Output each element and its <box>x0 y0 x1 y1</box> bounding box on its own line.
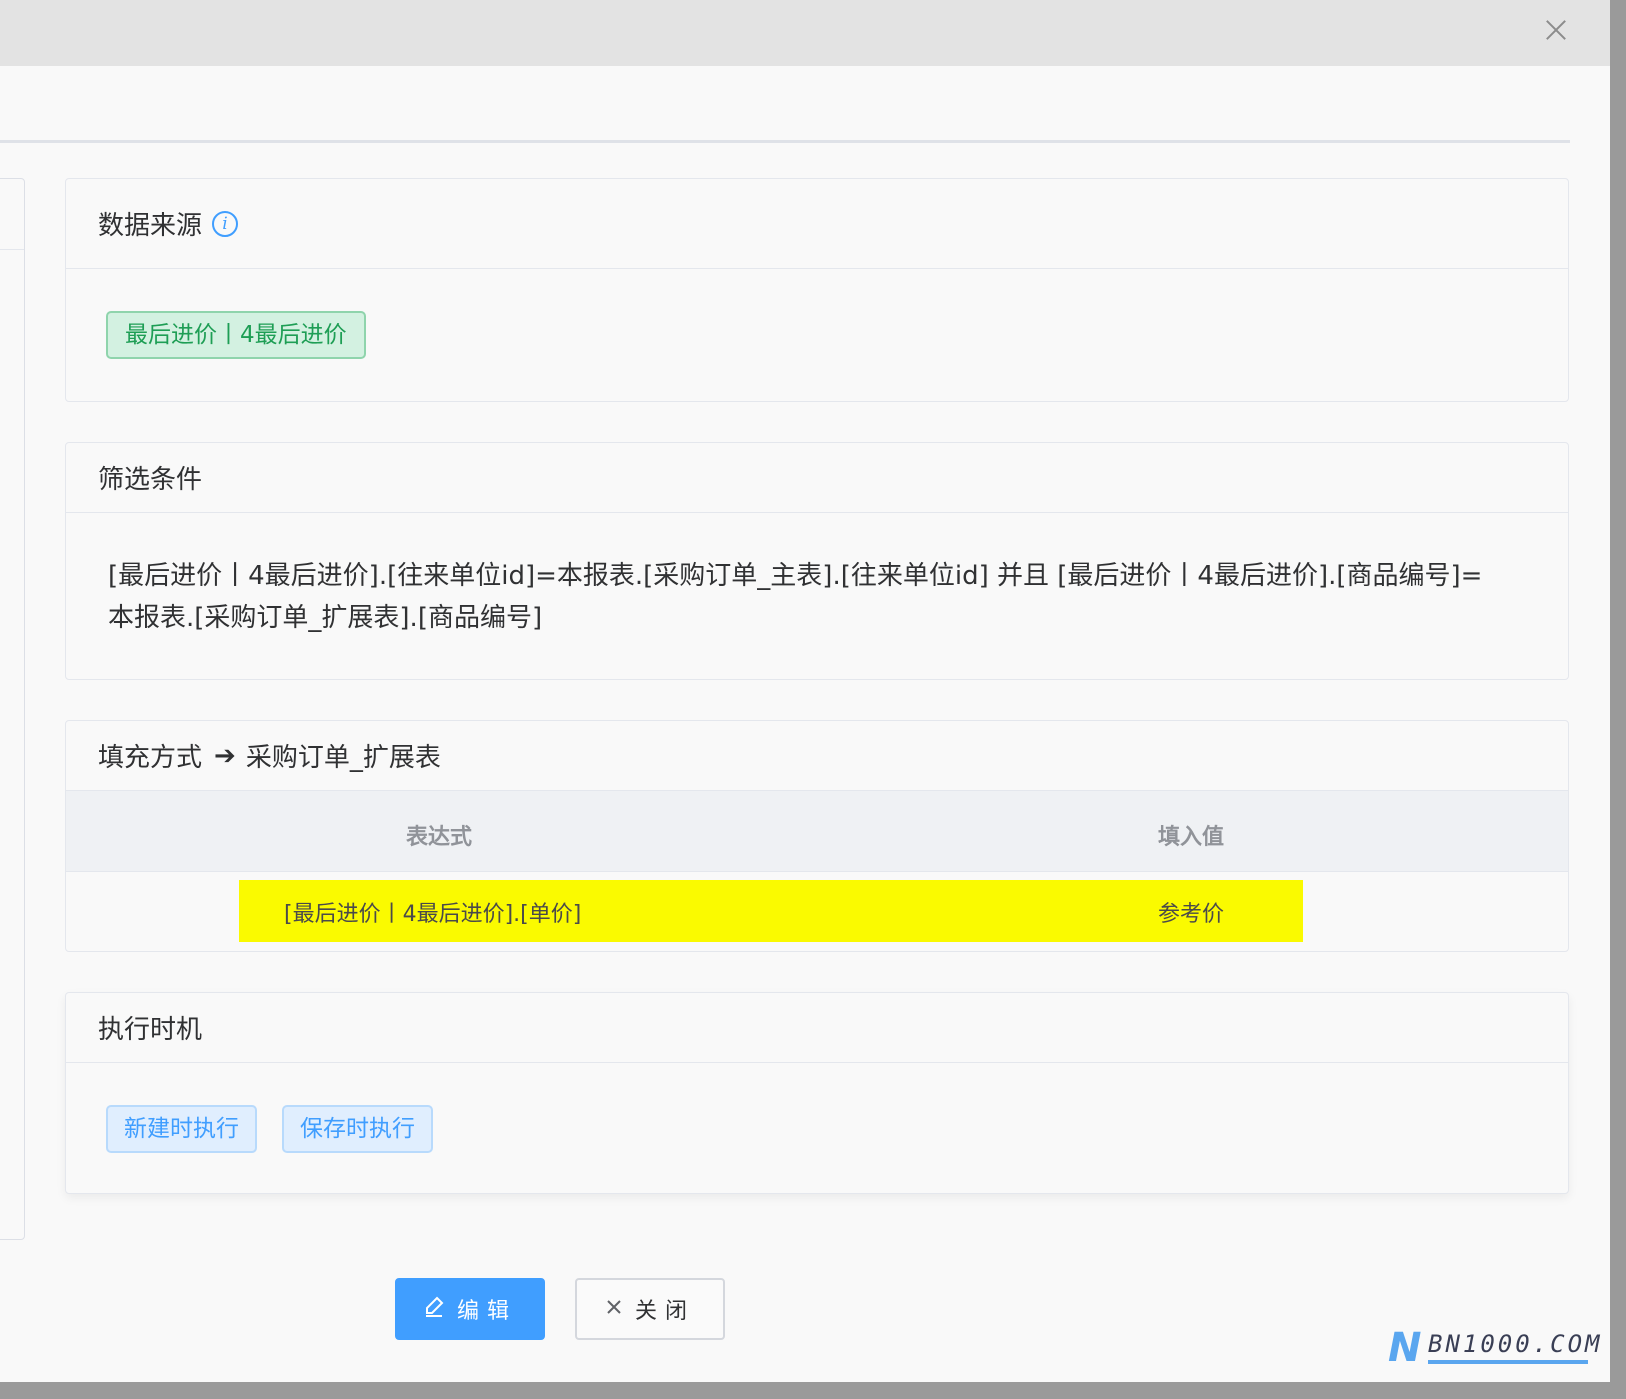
watermark-letter: N <box>1388 1325 1422 1371</box>
cell-expression: [最后进价丨4最后进价].[单价] <box>284 902 582 927</box>
timing-title: 执行时机 <box>98 1015 203 1045</box>
filter-title: 筛选条件 <box>98 465 203 495</box>
info-icon[interactable]: i <box>212 210 239 237</box>
watermark-logo: N BN1000.COM <box>1388 1325 1600 1371</box>
fill-table-header: 表达式 填入值 <box>66 791 1568 872</box>
tag-on-create[interactable]: 新建时执行 <box>106 1105 257 1153</box>
close-button-label: 关闭 <box>634 1299 695 1324</box>
cell-value: 参考价 <box>1158 902 1225 927</box>
filter-condition-text: [最后进价丨4最后进价].[往来单位id]=本报表.[采购订单_主表].[往来单… <box>108 561 1483 633</box>
column-header-value: 填入值 <box>1158 825 1225 850</box>
fill-title: 填充方式 <box>98 743 203 773</box>
watermark-underline <box>1428 1360 1588 1364</box>
divider <box>0 140 1570 143</box>
edit-button-label: 编辑 <box>456 1299 517 1324</box>
left-panel-divider <box>0 249 24 250</box>
edit-icon <box>423 1295 445 1323</box>
data-source-tag: 最后进价丨4最后进价 <box>106 311 366 359</box>
watermark-text: BN1000.COM <box>1428 1330 1603 1358</box>
close-small-icon <box>605 1297 623 1322</box>
fill-header: 填充方式 ➔ 采购订单_扩展表 <box>66 721 1568 791</box>
fill-target: 采购订单_扩展表 <box>245 743 441 773</box>
table-row: [最后进价丨4最后进价].[单价] 参考价 <box>66 872 1568 950</box>
filter-card: 筛选条件 [最后进价丨4最后进价].[往来单位id]=本报表.[采购订单_主表]… <box>65 442 1569 680</box>
timing-card: 执行时机 新建时执行 保存时执行 <box>65 992 1569 1194</box>
close-icon[interactable] <box>1538 12 1574 48</box>
fill-card: 填充方式 ➔ 采购订单_扩展表 表达式 填入值 [最后进价丨4最后进价].[单价… <box>65 720 1569 952</box>
data-source-title: 数据来源 <box>98 211 203 241</box>
timing-header: 执行时机 <box>66 993 1568 1063</box>
data-source-header: 数据来源 i <box>66 179 1568 269</box>
close-button[interactable]: 关闭 <box>575 1278 725 1340</box>
column-header-expression: 表达式 <box>406 825 473 850</box>
dialog: 数据来源 i 最后进价丨4最后进价 筛选条件 [最后进价丨4最后进价].[往来单… <box>0 0 1610 1382</box>
tag-on-save[interactable]: 保存时执行 <box>282 1105 433 1153</box>
data-source-card: 数据来源 i 最后进价丨4最后进价 <box>65 178 1569 402</box>
arrow-right-icon: ➔ <box>214 740 236 771</box>
left-panel <box>0 178 25 1240</box>
dialog-header <box>0 0 1610 66</box>
filter-header: 筛选条件 <box>66 443 1568 513</box>
edit-button[interactable]: 编辑 <box>395 1278 545 1340</box>
